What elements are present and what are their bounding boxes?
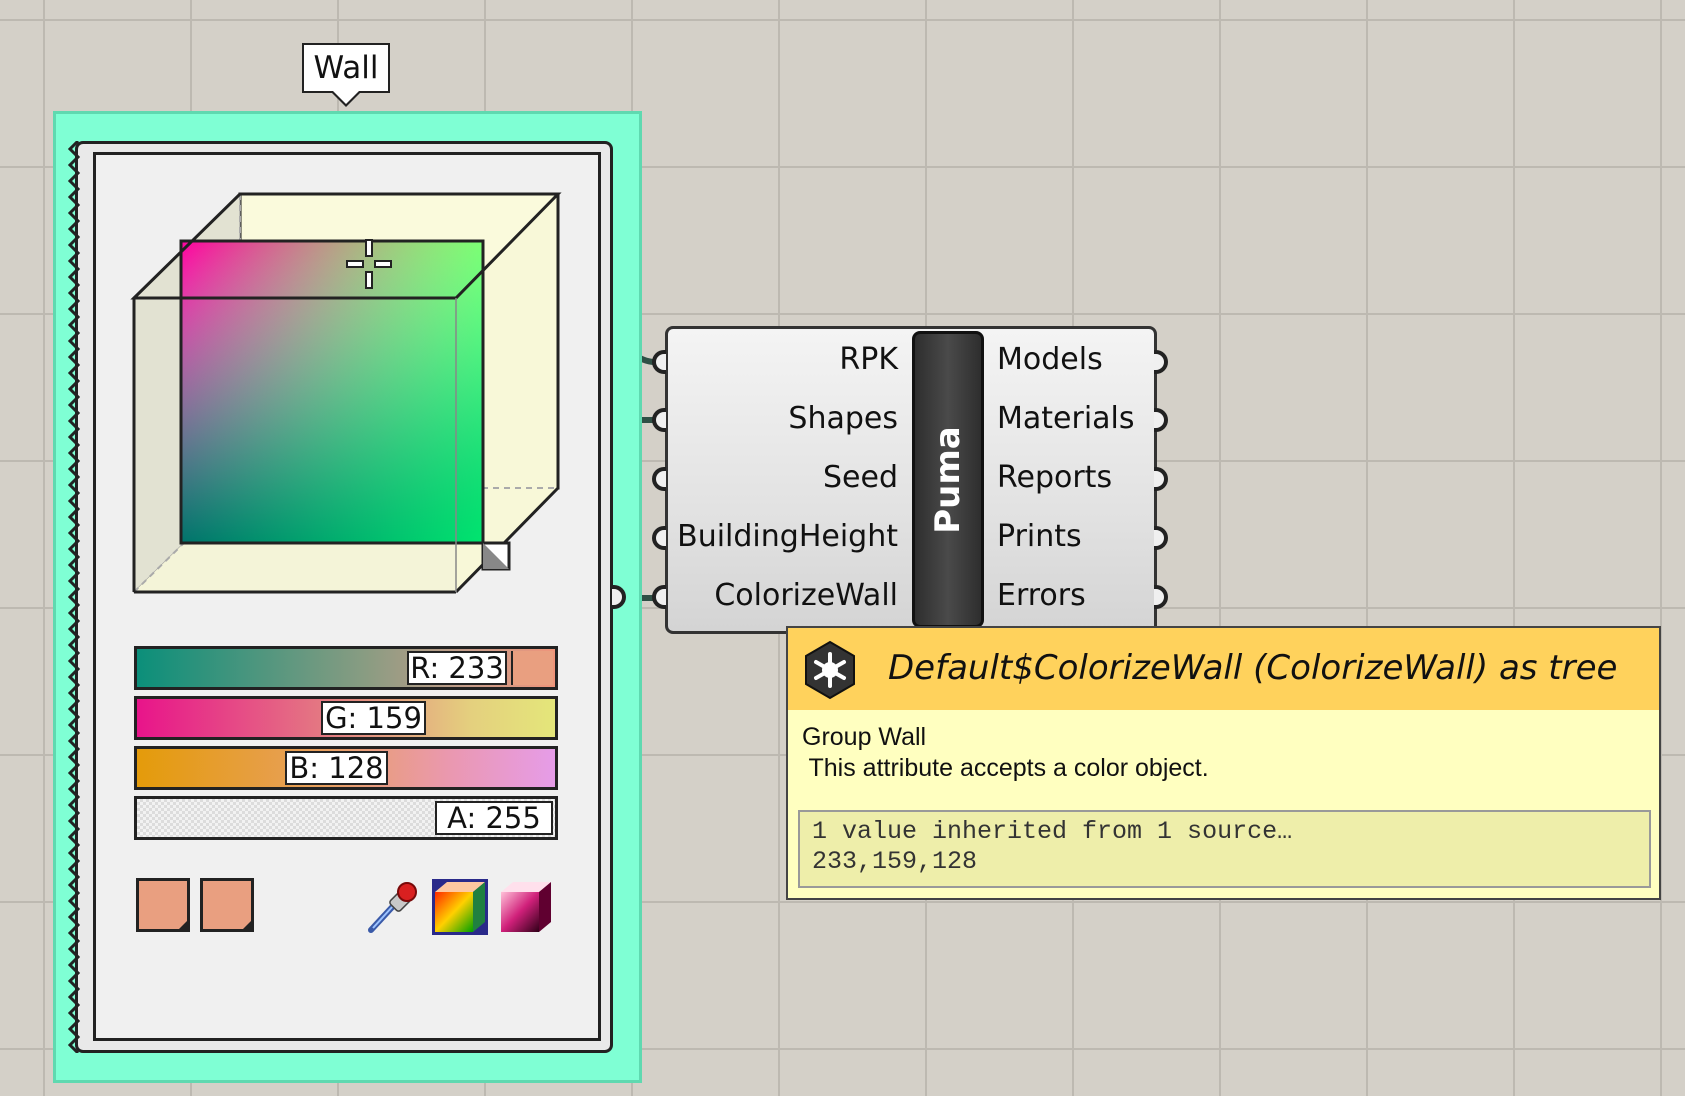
- red-preview: [511, 651, 553, 685]
- output-reports[interactable]: Reports: [997, 460, 1112, 495]
- zigzag-edge: [68, 141, 81, 1053]
- previous-color-swatch[interactable]: [200, 878, 254, 932]
- output-materials[interactable]: Materials: [997, 401, 1135, 436]
- current-color-swatch[interactable]: [136, 878, 190, 932]
- resize-handle-icon: [481, 541, 511, 571]
- tooltip-description: Group Wall This attribute accepts a colo…: [802, 723, 1209, 782]
- output-models[interactable]: Models: [997, 342, 1103, 377]
- tooltip: Default$ColorizeWall (ColorizeWall) as t…: [786, 626, 1661, 900]
- color-cube-picker[interactable]: [130, 190, 570, 620]
- puma-parameter-icon: [805, 640, 855, 700]
- group-label[interactable]: Wall: [302, 43, 390, 93]
- green-slider[interactable]: G: 159: [134, 696, 558, 740]
- component-name: Puma: [928, 425, 968, 534]
- component-name-bar[interactable]: Puma: [912, 331, 984, 628]
- red-slider[interactable]: R: 233: [134, 646, 558, 690]
- input-colorizewall[interactable]: ColorizeWall: [714, 578, 898, 613]
- input-rpk[interactable]: RPK: [839, 342, 898, 377]
- red-value-label: R: 233: [407, 651, 507, 685]
- tooltip-value-box: 1 value inherited from 1 source… 233,159…: [798, 810, 1651, 888]
- alpha-slider[interactable]: A: 255: [134, 796, 558, 840]
- blue-value-label: B: 128: [285, 751, 388, 785]
- input-shapes[interactable]: Shapes: [788, 401, 898, 436]
- alpha-value-label: A: 255: [435, 801, 553, 835]
- output-prints[interactable]: Prints: [997, 519, 1082, 554]
- eyedropper-icon[interactable]: [363, 878, 421, 936]
- tooltip-header: Default$ColorizeWall (ColorizeWall) as t…: [788, 628, 1659, 710]
- output-errors[interactable]: Errors: [997, 578, 1086, 613]
- tooltip-title: Default$ColorizeWall (ColorizeWall) as t…: [888, 648, 1618, 688]
- input-seed[interactable]: Seed: [823, 460, 898, 495]
- hue-cube-icon[interactable]: [497, 878, 555, 936]
- rgb-cube-icon[interactable]: [431, 878, 489, 936]
- blue-slider[interactable]: B: 128: [134, 746, 558, 790]
- input-buildingheight[interactable]: BuildingHeight: [677, 519, 898, 554]
- green-value-label: G: 159: [321, 701, 426, 735]
